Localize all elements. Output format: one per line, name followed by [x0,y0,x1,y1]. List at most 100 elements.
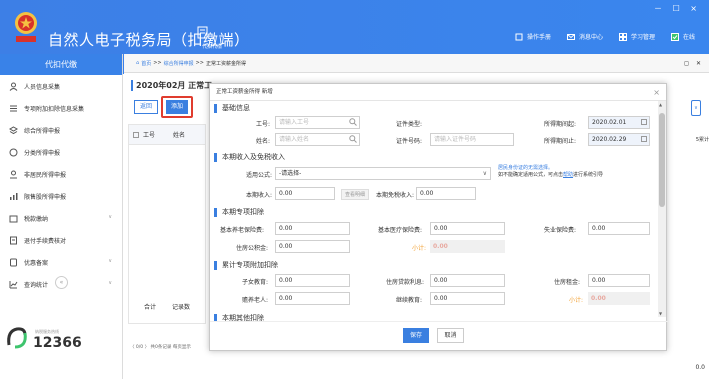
pension-input[interactable]: 0.00 [275,222,350,235]
section-income-label: 本期收入及免税收入 [222,153,285,161]
help-link[interactable]: 帮助 [563,172,573,178]
online-status[interactable]: 在线 [670,32,695,41]
messages-label: 消息中心 [578,34,603,41]
housing-loan-input[interactable]: 0.00 [430,274,505,287]
sidebar-item-preferential[interactable]: 优惠备案 ∨ [0,251,122,273]
book-icon [515,33,523,40]
section-special-label: 本期专项扣除 [222,208,264,216]
rent-input[interactable]: 0.00 [588,274,650,287]
grid-header-workno: 工号 [143,132,156,139]
children-input[interactable]: 0.00 [275,274,350,287]
search-icon[interactable] [349,118,357,126]
medical-input[interactable]: 0.00 [430,222,505,235]
ribbon-icon [10,258,17,266]
calendar-icon[interactable] [641,119,647,125]
grid-icon [618,32,627,41]
grid-footer: 合计 记录数 [144,302,204,311]
home-icon[interactable]: ⌂ [136,60,139,66]
close-dialog-icon[interactable]: × [653,84,660,101]
sidebar-item-comprehensive[interactable]: 综合所得申报 [0,119,122,141]
learning-label: 学习管理 [630,34,655,41]
period-to-input[interactable]: 2020.02.29 [588,133,650,146]
subtotal2-label: 小计: [569,297,584,304]
chevron-down-icon: ∨ [108,258,112,264]
tax-free-label: 本期免税收入: [376,192,415,199]
window-controls[interactable]: － ☐ × [654,3,701,14]
name-input[interactable]: 请输入姓名 [275,133,360,146]
nav-withholding[interactable]: 代扣代缴 [186,26,222,50]
search-icon[interactable] [349,135,357,143]
hint-line1: 居民身份证的无需选择。 [498,165,554,171]
back-button[interactable]: 返回 [134,100,158,114]
breadcrumb-sep: >> [195,60,204,66]
cancel-button[interactable]: 取消 [437,328,464,343]
breadcrumb-home[interactable]: 首页 [141,60,151,67]
sidebar-item-tax-payment[interactable]: 税款缴纳 ∨ [0,207,122,229]
calendar-icon[interactable] [641,136,647,142]
elderly-input[interactable]: 0.00 [275,292,350,305]
sidebar: 代扣代缴 人员信息采集 专项附加扣除信息采集 综合所得申报 分类所得申报 非居民… [0,54,123,379]
collapse-sidebar-icon[interactable]: « [55,276,68,289]
learning-link[interactable]: 学习管理 [618,32,655,41]
sidebar-item-special-deduction[interactable]: 专项附加扣除信息采集 [0,97,122,119]
section-income: 本期收入及免税收入 [214,152,285,162]
add-salary-dialog: 正常工资薪金所得 新增 × 基础信息 工号: 请输入工号 证件类型: 所得期间起… [209,83,668,351]
continuing-input[interactable]: 0.00 [430,292,505,305]
hotline: 纳税服务热线 12366 [5,325,82,351]
section-special: 本期专项扣除 [214,207,264,217]
scroll-down-icon[interactable]: ▼ [659,311,662,316]
id-no-input[interactable]: 请输入证件号码 [430,133,514,146]
sidebar-item-classified[interactable]: 分类所得申报 [0,141,122,163]
add-button[interactable]: 添加 [166,100,188,114]
medical-label: 基本医疗保险费: [378,227,423,234]
hint-line2a: 如不能确定适用公式，可点击 [498,172,564,178]
housing-fund-input[interactable]: 0.00 [275,240,350,253]
sidebar-item-restricted-stock[interactable]: 限售股所得申报 [0,185,122,207]
formula-hint: 居民身份证的无需选择。 如不能确定适用公式，可点击帮助进行系统引导 [498,165,603,179]
pension-label: 基本养老保险费: [220,227,265,234]
subtotal2-value: 0.00 [588,292,650,305]
sidebar-item-label: 专项附加扣除信息采集 [24,105,85,113]
work-no-placeholder: 请输入工号 [279,119,310,126]
dialog-body: 基础信息 工号: 请输入工号 证件类型: 所得期间起: 2020.02.01 姓… [210,101,658,321]
period-to-value: 2020.02.29 [592,136,627,143]
restore-tab-icon[interactable]: ◻ [684,60,689,67]
close-tab-icon[interactable]: ✕ [696,60,701,67]
column-total-value: 0.0 [695,364,705,371]
scroll-thumb[interactable] [659,113,665,207]
name-label: 姓名: [256,138,271,145]
person-icon [9,82,18,91]
period-from-input[interactable]: 2020.02.01 [588,116,650,129]
work-no-input[interactable]: 请输入工号 [275,116,360,129]
sidebar-item-refund-fee[interactable]: 退付手续费核对 [0,229,122,251]
id-type-select[interactable] [430,116,514,129]
work-no-label: 工号: [256,121,271,128]
income-input[interactable]: 0.00 [275,187,335,200]
pagination[interactable]: 〈 0/0 〉 共0条记录 每页显示 [130,344,191,350]
formula-select[interactable]: -请选择- ∨ [275,167,491,180]
sidebar-item-personnel[interactable]: 人员信息采集 [0,75,122,97]
save-button[interactable]: 保存 [403,328,429,343]
person-outline-icon [10,170,17,178]
sidebar-item-label: 优惠备案 [24,259,49,267]
breadcrumb-item[interactable]: 综合所得申报 [164,60,194,67]
column-header-cumulative: 5累计 [695,137,709,143]
manual-link[interactable]: 操作手册 [515,32,551,41]
scroll-up-icon[interactable]: ▲ [659,102,662,107]
sidebar-item-nonresident[interactable]: 非居民所得申报 [0,163,122,185]
column-select-icon[interactable]: ∨ [691,100,701,116]
grid-header: 工号 姓名 [129,125,205,145]
select-all-checkbox[interactable] [133,131,139,138]
unemployment-input[interactable]: 0.00 [588,222,650,235]
messages-link[interactable]: 消息中心 [566,32,603,41]
tax-emblem-icon [15,12,37,42]
folder-icon [9,215,18,222]
view-details-button[interactable]: 查看明细 [341,189,370,200]
name-placeholder: 请输入姓名 [279,136,310,143]
tax-free-input[interactable]: 0.00 [416,187,476,200]
period-to-label: 所得期间止: [544,138,577,145]
sidebar-item-label: 人员信息采集 [24,83,61,91]
dialog-scrollbar[interactable]: ▲ ▼ [658,101,666,317]
elderly-label: 赡养老人: [242,297,269,304]
housing-loan-label: 住房贷款利息: [386,279,425,286]
